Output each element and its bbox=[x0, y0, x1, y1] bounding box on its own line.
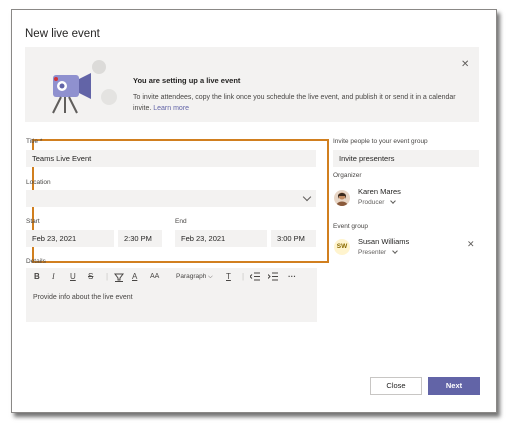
end-date-field[interactable]: Feb 23, 2021 bbox=[175, 230, 267, 247]
paragraph-dropdown[interactable]: Paragraph ⌵ bbox=[176, 272, 213, 282]
paragraph-label: Paragraph bbox=[176, 273, 207, 280]
presenter-role-dropdown[interactable]: Presenter bbox=[358, 249, 386, 256]
event-group-label: Event group bbox=[333, 223, 369, 230]
strikethrough-button[interactable]: S bbox=[88, 272, 93, 282]
banner-text: To invite attendees, copy the link once … bbox=[133, 92, 463, 114]
presenter-role: Presenter bbox=[358, 249, 387, 256]
dialog-title: New live event bbox=[25, 28, 100, 40]
start-label: Start bbox=[26, 218, 40, 225]
invite-label: Invite people to your event group bbox=[333, 138, 428, 145]
details-editor[interactable]: B I U S | A AA Paragraph ⌵ T | ··· Provi… bbox=[26, 268, 317, 322]
remove-presenter-icon[interactable]: ✕ bbox=[467, 239, 475, 250]
close-button[interactable]: Close bbox=[370, 377, 422, 395]
organizer-label: Organizer bbox=[333, 172, 362, 179]
camera-illustration-icon bbox=[52, 60, 117, 114]
font-size-button[interactable]: AA bbox=[150, 272, 159, 282]
formatting-toolbar: B I U S | A AA Paragraph ⌵ T | ··· bbox=[26, 268, 317, 286]
end-time-field[interactable]: 3:00 PM bbox=[271, 230, 316, 247]
clear-format-button[interactable]: T bbox=[226, 272, 231, 282]
close-icon[interactable]: ✕ bbox=[461, 60, 469, 70]
next-button[interactable]: Next bbox=[428, 377, 480, 395]
start-date-field[interactable]: Feb 23, 2021 bbox=[26, 230, 114, 247]
learn-more-link[interactable]: Learn more bbox=[153, 105, 189, 112]
chevron-down-icon[interactable] bbox=[390, 198, 396, 204]
chevron-down-icon bbox=[302, 192, 312, 202]
chevron-down-icon[interactable] bbox=[392, 248, 398, 254]
italic-button[interactable]: I bbox=[52, 272, 55, 282]
outdent-icon[interactable] bbox=[249, 272, 260, 284]
details-placeholder: Provide info about the live event bbox=[33, 294, 133, 301]
organizer-role-dropdown[interactable]: Producer bbox=[358, 199, 384, 206]
start-time-field[interactable]: 2:30 PM bbox=[118, 230, 162, 247]
presenter-avatar: SW bbox=[334, 239, 350, 255]
location-select[interactable] bbox=[26, 190, 316, 207]
organizer-avatar bbox=[334, 190, 350, 206]
info-banner: You are setting up a live event To invit… bbox=[25, 47, 479, 122]
new-live-event-dialog: New live event You are setting up a live… bbox=[11, 9, 497, 413]
more-options-button[interactable]: ··· bbox=[288, 272, 296, 282]
font-color-button[interactable]: A bbox=[132, 272, 137, 282]
chevron-down-icon: ⌵ bbox=[208, 274, 213, 280]
title-label: Title * bbox=[26, 138, 43, 145]
details-label: Details bbox=[26, 258, 46, 265]
organizer-name: Karen Mares bbox=[358, 187, 401, 196]
indent-icon[interactable] bbox=[267, 272, 278, 284]
presenter-name: Susan Williams bbox=[358, 237, 410, 246]
highlighter-icon[interactable] bbox=[114, 272, 124, 285]
bold-button[interactable]: B bbox=[34, 272, 40, 282]
location-label: Location bbox=[26, 179, 51, 186]
organizer-role: Producer bbox=[358, 199, 385, 206]
title-input[interactable]: Teams Live Event bbox=[26, 150, 316, 167]
underline-button[interactable]: U bbox=[70, 272, 76, 282]
end-label: End bbox=[175, 218, 187, 225]
invite-presenters-input[interactable]: Invite presenters bbox=[333, 150, 479, 167]
banner-heading: You are setting up a live event bbox=[133, 76, 241, 85]
